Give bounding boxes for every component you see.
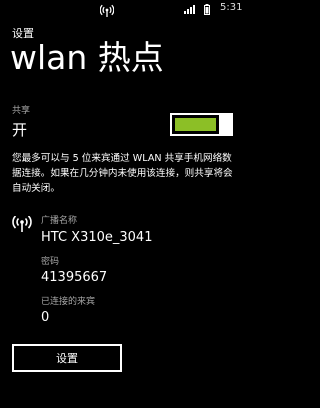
sharing-state: 开	[12, 121, 28, 139]
status-time: 5:31	[220, 2, 243, 13]
connected-guests-label: 已连接的来宾	[41, 297, 96, 307]
connected-guests-value: 0	[41, 310, 50, 325]
settings-button[interactable]: 设置	[12, 344, 122, 372]
toggle-thumb	[219, 113, 233, 136]
hotspot-broadcast-icon	[12, 216, 32, 232]
wifi-hotspot-icon	[100, 4, 114, 17]
sharing-label: 共享	[12, 106, 31, 116]
page-title: wlan 热点	[10, 38, 164, 77]
broadcast-name-value: HTC X310e_3041	[41, 230, 153, 245]
sharing-toggle-switch[interactable]	[170, 113, 233, 136]
broadcast-name-label: 广播名称	[41, 216, 78, 226]
password-label: 密码	[41, 257, 60, 267]
toggle-fill	[175, 118, 216, 131]
hotspot-description: 您最多可以与 5 位来宾通过 WLAN 共享手机网络数据连接。如果在几分钟内未使…	[12, 153, 233, 194]
battery-icon	[204, 4, 210, 15]
password-value: 41395667	[41, 270, 108, 285]
status-bar: 5:31	[0, 0, 245, 18]
signal-icon	[184, 5, 195, 14]
